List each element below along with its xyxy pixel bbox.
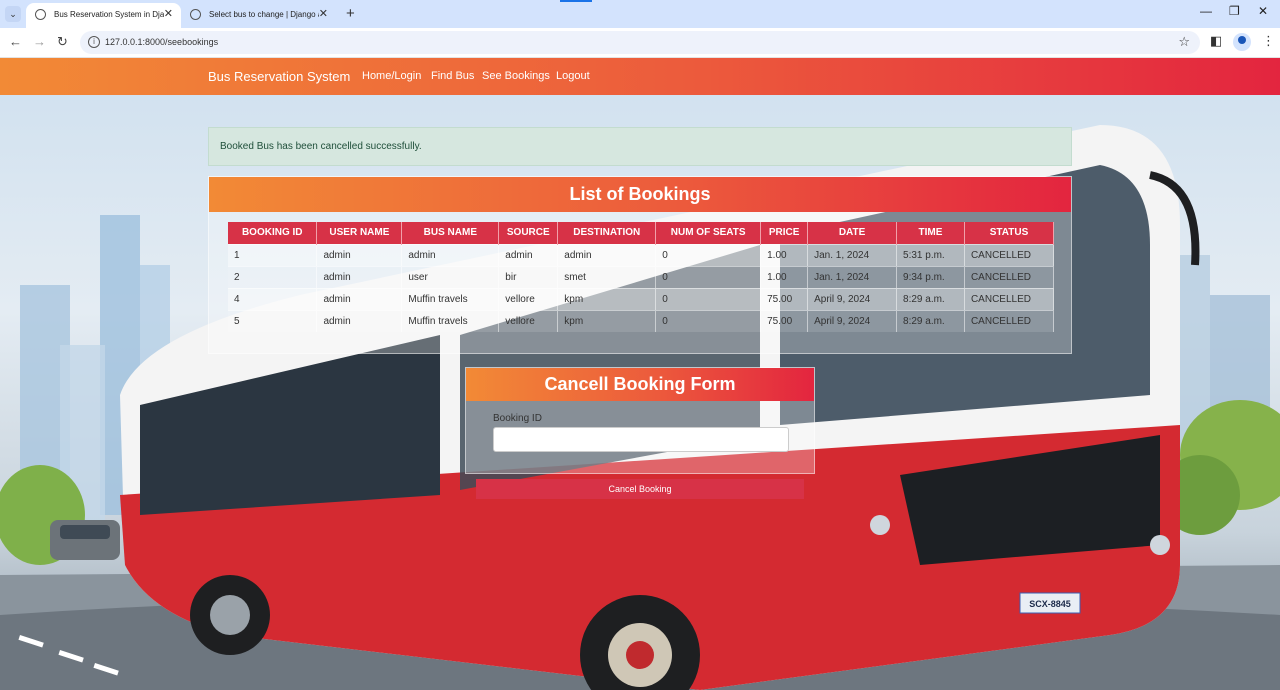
table-cell: CANCELLED [964,309,1055,332]
column-header: TIME [896,222,965,244]
table-cell: 8:29 a.m. [896,287,965,310]
cancel-booking-button[interactable]: Cancel Booking [476,479,804,499]
bookings-title: List of Bookings [209,177,1071,212]
nav-home-login[interactable]: Home/Login [362,70,421,82]
table-cell: Muffin travels [401,287,500,310]
table-cell: bir [498,265,559,288]
table-cell: smet [557,265,657,288]
table-cell: 1 [228,243,318,266]
url-text[interactable]: 127.0.0.1:8000/seebookings [105,37,218,47]
table-cell: admin [316,243,403,266]
table-cell: 75.00 [760,287,809,310]
side-panel-icon[interactable]: ◧ [1210,33,1222,49]
table-row: 2 admin user bir smet 0 1.00 Jan. 1, 202… [228,265,1055,288]
column-header: STATUS [964,222,1055,244]
table-cell: April 9, 2024 [807,309,898,332]
column-header: BUS NAME [401,222,500,244]
table-cell: 75.00 [760,309,809,332]
table-row: 5 admin Muffin travels vellore kpm 0 75.… [228,309,1055,332]
table-cell: CANCELLED [964,287,1055,310]
column-header: DATE [807,222,898,244]
minimize-icon[interactable]: — [1200,4,1212,18]
table-cell: admin [316,309,403,332]
success-alert: Booked Bus has been cancelled successful… [208,127,1072,166]
table-cell: admin [316,287,403,310]
table-row: 4 admin Muffin travels vellore kpm 0 75.… [228,287,1055,310]
reload-icon[interactable]: ↻ [57,34,68,50]
table-cell: CANCELLED [964,265,1055,288]
table-cell: Jan. 1, 2024 [807,265,898,288]
booking-id-label: Booking ID [493,413,542,424]
table-cell: admin [316,265,403,288]
new-tab-button[interactable]: + [346,5,355,22]
restore-icon[interactable]: ❐ [1229,4,1240,18]
table-cell: kpm [557,309,657,332]
nav-find-bus[interactable]: Find Bus [431,70,474,82]
table-cell: admin [557,243,657,266]
booking-id-input[interactable] [493,427,789,452]
table-cell: vellore [498,309,559,332]
license-plate-text: SCX-8845 [1029,599,1071,609]
column-header: SOURCE [498,222,559,244]
info-icon[interactable]: i [88,36,100,48]
table-cell: 5 [228,309,318,332]
window-close-icon[interactable]: ✕ [1258,4,1268,18]
table-cell: Jan. 1, 2024 [807,243,898,266]
table-cell: 4 [228,287,318,310]
column-header: BOOKING ID [228,222,318,244]
brand-link[interactable]: Bus Reservation System [208,69,350,84]
table-cell: admin [401,243,500,266]
table-cell: CANCELLED [964,243,1055,266]
browser-toolbar: ← → ↻ i 127.0.0.1:8000/seebookings ☆ ◧ ⋮ [0,28,1280,58]
tab-bus-reservation[interactable]: Bus Reservation System in Djan ✕ [26,3,181,28]
page-content: SCX-8845 Bus Reservation System Home/Log… [0,58,1280,690]
bookmark-star-icon[interactable]: ☆ [1178,34,1190,50]
tab-django-admin[interactable]: Select bus to change | Django a ✕ [181,3,336,28]
back-icon[interactable]: ← [9,34,22,49]
bookings-card: List of Bookings BOOKING ID USER NAME BU… [208,176,1072,354]
table-cell: 2 [228,265,318,288]
table-cell: 1.00 [760,243,809,266]
table-cell: admin [498,243,559,266]
profile-avatar[interactable] [1233,33,1251,51]
column-header: NUM OF SEATS [655,222,762,244]
tab-search-icon[interactable]: ⌄ [5,6,21,22]
cancel-form-title: Cancell Booking Form [466,368,814,401]
address-bar[interactable]: i 127.0.0.1:8000/seebookings ☆ [80,31,1200,54]
column-header: DESTINATION [557,222,657,244]
globe-icon [35,9,46,20]
close-icon[interactable]: ✕ [319,3,328,26]
forward-icon[interactable]: → [33,34,46,49]
table-cell: Muffin travels [401,309,500,332]
table-cell: user [401,265,500,288]
browser-tabstrip: ⌄ Bus Reservation System in Djan ✕ Selec… [0,0,1280,28]
table-cell: April 9, 2024 [807,287,898,310]
table-cell: kpm [557,287,657,310]
nav-see-bookings[interactable]: See Bookings [482,70,550,82]
table-cell: 0 [655,265,762,288]
column-header: USER NAME [316,222,403,244]
table-cell: 9:34 p.m. [896,265,965,288]
nav-logout[interactable]: Logout [556,70,590,82]
site-navbar: Bus Reservation System Home/Login Find B… [0,58,1280,95]
cancel-booking-card: Cancell Booking Form Booking ID [465,367,815,474]
table-cell: 5:31 p.m. [896,243,965,266]
close-icon[interactable]: ✕ [164,3,173,26]
bookings-table: BOOKING ID USER NAME BUS NAME SOURCE DES… [228,222,1055,332]
tab-indicator [560,0,592,2]
table-cell: 0 [655,243,762,266]
table-cell: 8:29 a.m. [896,309,965,332]
column-header: PRICE [760,222,809,244]
tab-title: Select bus to change | Django a [209,10,319,19]
menu-icon[interactable]: ⋮ [1262,33,1275,49]
table-row: 1 admin admin admin admin 0 1.00 Jan. 1,… [228,243,1055,266]
table-cell: 1.00 [760,265,809,288]
table-cell: 0 [655,287,762,310]
table-cell: vellore [498,287,559,310]
table-header-row: BOOKING ID USER NAME BUS NAME SOURCE DES… [228,222,1055,244]
globe-icon [190,9,201,20]
tab-title: Bus Reservation System in Djan [54,10,164,19]
table-cell: 0 [655,309,762,332]
